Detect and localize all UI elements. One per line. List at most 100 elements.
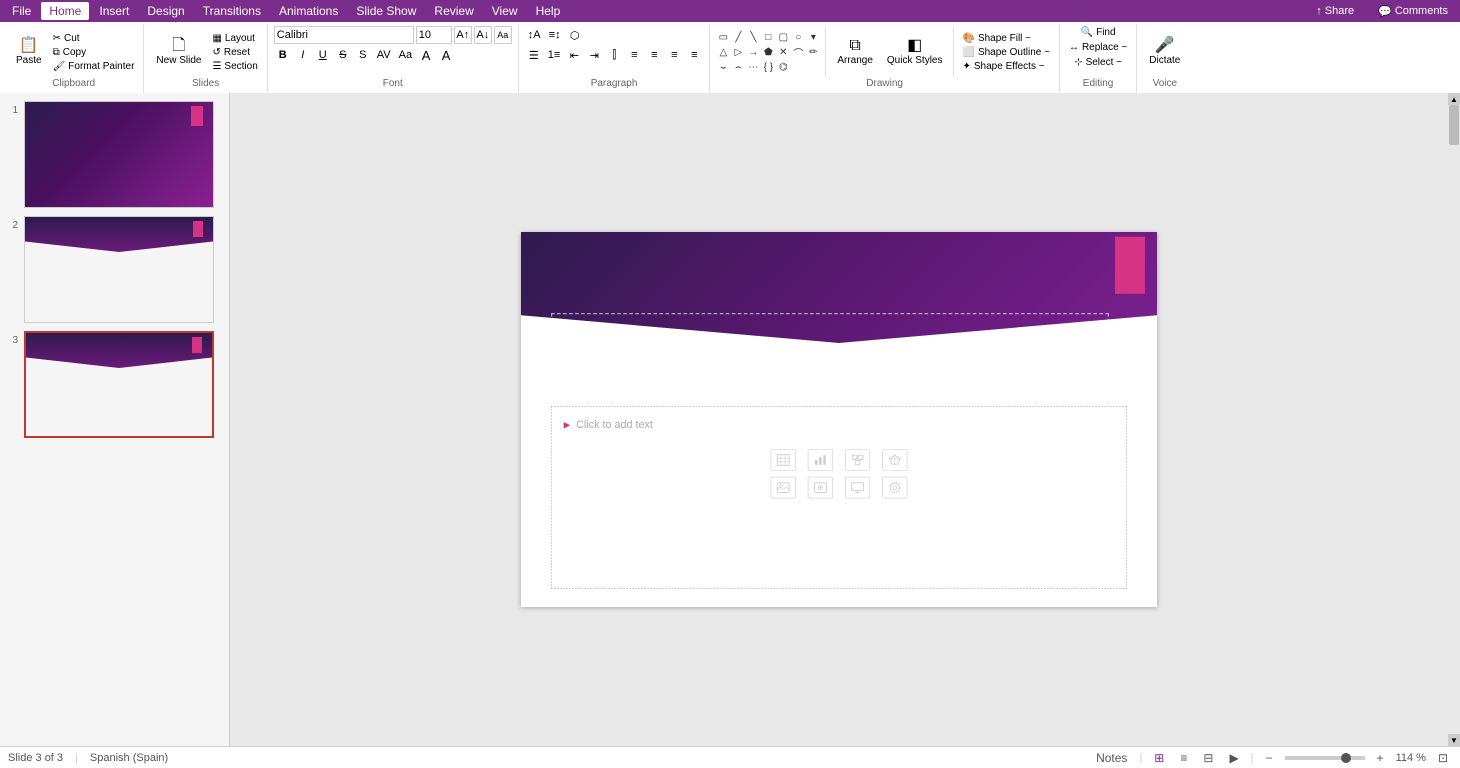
font-color-button[interactable]: A bbox=[417, 46, 435, 64]
zoom-in-button[interactable]: + bbox=[1373, 749, 1388, 767]
menu-review[interactable]: Review bbox=[426, 2, 481, 20]
italic-button[interactable]: I bbox=[294, 46, 312, 64]
slide-content-box[interactable]: ▶ Click to add text bbox=[551, 406, 1127, 589]
title-placeholder-text[interactable]: Click to add title bbox=[564, 333, 742, 362]
shape-line2[interactable]: ╲ bbox=[746, 30, 760, 44]
shape-custom2[interactable]: { } bbox=[761, 60, 775, 74]
reset-button[interactable]: ↺ Reset bbox=[209, 46, 260, 59]
replace-button[interactable]: ↔ Replace ~ bbox=[1066, 41, 1130, 54]
shape-round[interactable]: ▢ bbox=[776, 30, 790, 44]
insert-screenshot-button[interactable] bbox=[845, 477, 870, 499]
scroll-down-button[interactable]: ▼ bbox=[1448, 734, 1460, 746]
slide-preview-3[interactable] bbox=[24, 331, 214, 438]
shape-rtri[interactable]: ▷ bbox=[731, 45, 745, 59]
convert-smartart-button[interactable]: ⬡ bbox=[566, 26, 584, 44]
decrease-indent-button[interactable]: ⇤ bbox=[565, 46, 583, 64]
shadow-button[interactable]: S bbox=[354, 46, 372, 64]
comments-button[interactable]: 💬 Comments bbox=[1370, 3, 1456, 20]
text-direction-button[interactable]: ↕A bbox=[525, 26, 544, 44]
slide-preview-1[interactable] bbox=[24, 101, 214, 208]
quick-styles-button[interactable]: ◧ Quick Styles bbox=[881, 26, 949, 78]
align-center-button[interactable]: ≡ bbox=[645, 46, 663, 64]
menu-design[interactable]: Design bbox=[139, 2, 192, 20]
align-left-button[interactable]: ≡ bbox=[625, 46, 643, 64]
insert-3d-button[interactable] bbox=[882, 449, 907, 471]
menu-file[interactable]: File bbox=[4, 2, 39, 20]
scrollbar-thumb[interactable] bbox=[1449, 105, 1459, 145]
normal-view-button[interactable]: ⊞ bbox=[1150, 749, 1168, 767]
notes-button[interactable]: Notes bbox=[1092, 749, 1131, 767]
zoom-out-button[interactable]: − bbox=[1262, 749, 1277, 767]
outline-view-button[interactable]: ≡ bbox=[1176, 749, 1191, 767]
slide-canvas[interactable]: Click to add title ▶ Click to add text bbox=[521, 232, 1157, 607]
insert-media-button[interactable] bbox=[882, 477, 907, 499]
zoom-slider[interactable] bbox=[1285, 756, 1365, 760]
cut-button[interactable]: ✂ Cut bbox=[50, 32, 138, 45]
insert-picture-button[interactable] bbox=[771, 477, 796, 499]
copy-button[interactable]: ⧉ Copy bbox=[50, 46, 138, 59]
slide-sorter-button[interactable]: ⊟ bbox=[1199, 749, 1217, 767]
font-name-input[interactable] bbox=[274, 26, 414, 44]
menu-view[interactable]: View bbox=[484, 2, 526, 20]
menu-animations[interactable]: Animations bbox=[271, 2, 346, 20]
underline-button[interactable]: U bbox=[314, 46, 332, 64]
align-right-button[interactable]: ≡ bbox=[665, 46, 683, 64]
increase-font-button[interactable]: A↑ bbox=[454, 26, 472, 44]
shape-rect2[interactable]: □ bbox=[761, 30, 775, 44]
numbering-button[interactable]: 1≡ bbox=[545, 46, 564, 64]
shape-effects-button[interactable]: ✦ Shape Effects ~ bbox=[959, 60, 1052, 73]
spacing-button[interactable]: AV bbox=[374, 46, 394, 64]
slide-thumb-1[interactable]: 1 bbox=[4, 101, 225, 208]
shape-rectangle[interactable]: ▭ bbox=[716, 30, 730, 44]
shape-triangle[interactable]: △ bbox=[716, 45, 730, 59]
insert-table-button[interactable] bbox=[771, 449, 796, 471]
share-button[interactable]: ↑ Share bbox=[1308, 3, 1362, 19]
shape-more[interactable]: ▾ bbox=[806, 30, 820, 44]
strikethrough-button[interactable]: S bbox=[334, 46, 352, 64]
slide-title-box[interactable]: Click to add title bbox=[551, 313, 1109, 382]
align-text-button[interactable]: ≡↕ bbox=[546, 26, 564, 44]
shape-outline-button[interactable]: ⬜ Shape Outline ~ bbox=[959, 46, 1052, 59]
content-placeholder-text[interactable]: Click to add text bbox=[576, 419, 653, 432]
menu-help[interactable]: Help bbox=[528, 2, 569, 20]
shape-arc[interactable]: ⌢ bbox=[731, 60, 745, 74]
clear-format-button[interactable]: Aa bbox=[494, 26, 512, 44]
columns-button[interactable]: ⫿ bbox=[605, 46, 623, 64]
find-button[interactable]: 🔍 Find bbox=[1078, 26, 1119, 39]
highlight-button[interactable]: A bbox=[437, 46, 455, 64]
case-button[interactable]: Aa bbox=[396, 46, 415, 64]
slide-thumb-2[interactable]: 2 bbox=[4, 216, 225, 323]
justify-button[interactable]: ≡ bbox=[685, 46, 703, 64]
section-button[interactable]: ☰ Section bbox=[209, 60, 260, 73]
menu-slideshow[interactable]: Slide Show bbox=[348, 2, 424, 20]
shape-line[interactable]: ╱ bbox=[731, 30, 745, 44]
shape-cross[interactable]: ✕ bbox=[776, 45, 790, 59]
insert-chart-button[interactable] bbox=[808, 449, 833, 471]
zoom-level[interactable]: 114 % bbox=[1396, 752, 1426, 764]
shape-custom3[interactable]: ⌬ bbox=[776, 60, 790, 74]
select-button[interactable]: ⊹ Select ~ bbox=[1071, 56, 1125, 69]
decrease-font-button[interactable]: A↓ bbox=[474, 26, 492, 44]
shape-custom1[interactable]: ⋯ bbox=[746, 60, 760, 74]
menu-home[interactable]: Home bbox=[41, 2, 89, 20]
layout-button[interactable]: ▦ Layout bbox=[209, 32, 260, 45]
slide-preview-2[interactable] bbox=[24, 216, 214, 323]
shape-arrow[interactable]: → bbox=[746, 45, 760, 59]
new-slide-button[interactable]: 🗋 New Slide bbox=[150, 26, 207, 78]
format-painter-button[interactable]: 🖌 Format Painter bbox=[50, 60, 138, 73]
dictate-button[interactable]: 🎤 Dictate bbox=[1143, 26, 1186, 78]
shape-curve[interactable]: ⌒ bbox=[791, 45, 805, 59]
arrange-button[interactable]: ⧉ Arrange bbox=[831, 26, 879, 78]
menu-transitions[interactable]: Transitions bbox=[195, 2, 269, 20]
reading-view-button[interactable]: ▶ bbox=[1225, 749, 1242, 767]
font-size-input[interactable] bbox=[416, 26, 452, 44]
shape-fill-button[interactable]: 🎨 Shape Fill ~ bbox=[959, 32, 1052, 45]
shape-shapes4[interactable]: ⬟ bbox=[761, 45, 775, 59]
increase-indent-button[interactable]: ⇥ bbox=[585, 46, 603, 64]
paste-button[interactable]: 📋 Paste bbox=[10, 26, 48, 78]
insert-smartart-button[interactable] bbox=[845, 449, 870, 471]
shape-curve2[interactable]: ⌣ bbox=[716, 60, 730, 74]
bullets-button[interactable]: ☰ bbox=[525, 46, 543, 64]
menu-insert[interactable]: Insert bbox=[91, 2, 137, 20]
slide-thumb-3[interactable]: 3 bbox=[4, 331, 225, 438]
